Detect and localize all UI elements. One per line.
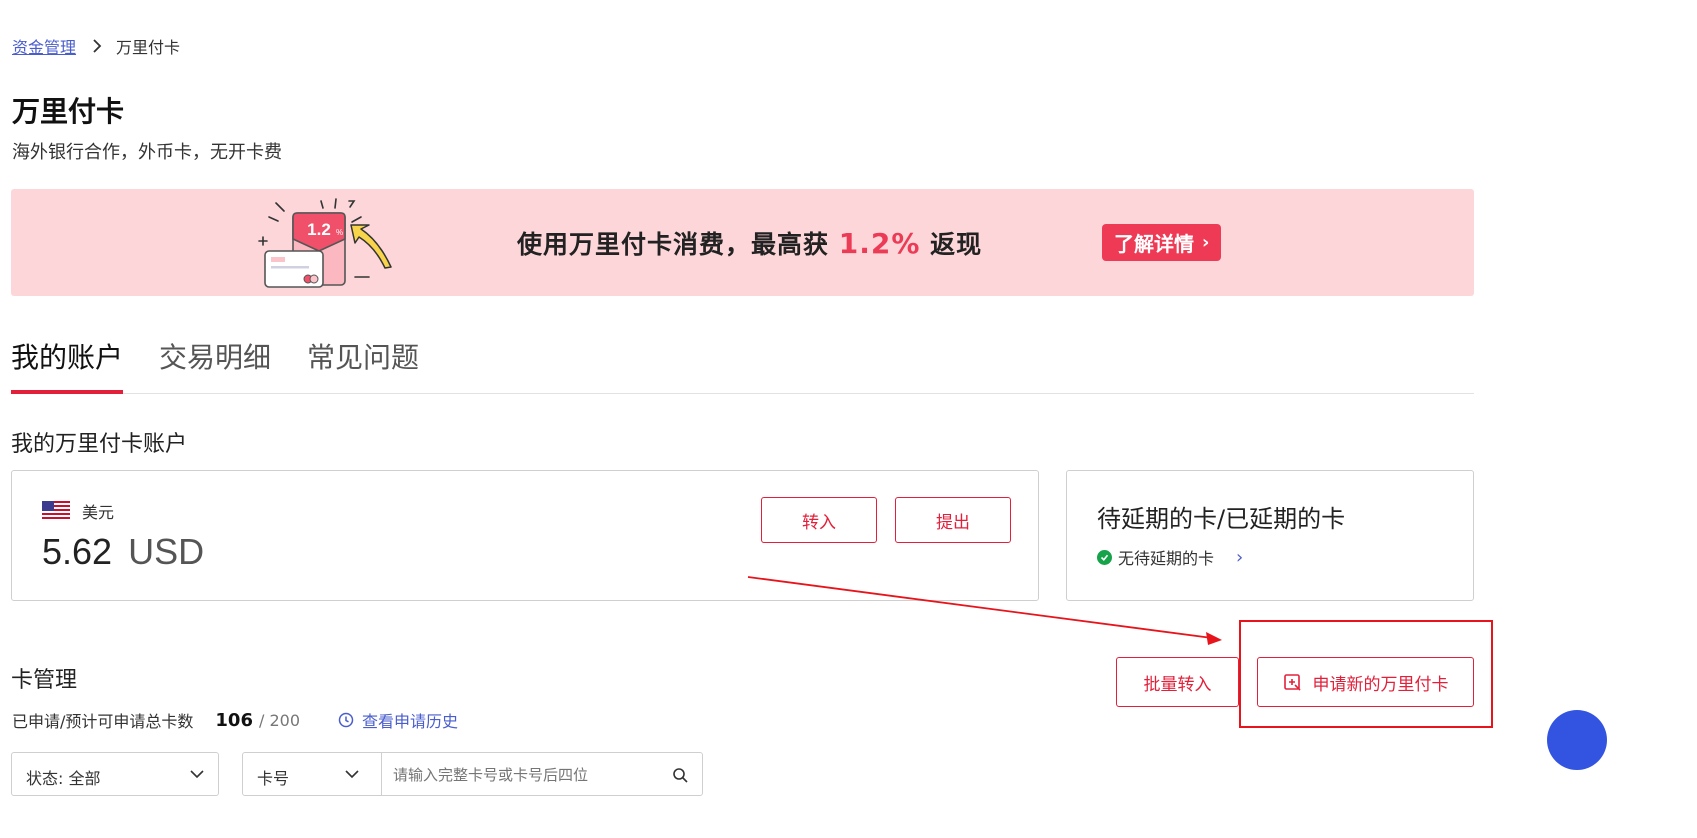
svg-text:1.2: 1.2 xyxy=(307,220,331,239)
breadcrumb-link-fund-management[interactable]: 资金管理 xyxy=(12,34,76,58)
transfer-in-button[interactable]: 转入 xyxy=(761,497,877,543)
banner-text-before: 使用万里付卡消费，最高获 xyxy=(517,230,830,259)
apply-new-card-label: 申请新的万里付卡 xyxy=(1312,674,1449,695)
banner-headline: 使用万里付卡消费，最高获 1.2% 返现 xyxy=(517,225,982,261)
total-count: / 200 xyxy=(258,710,300,730)
tab-my-account[interactable]: 我的账户 xyxy=(11,336,124,394)
promo-banner[interactable]: 1.2 % 使用万里付卡消费，最高获 1.2% 返现 了解详情 › xyxy=(11,189,1474,296)
filter-divider xyxy=(381,753,382,795)
chevron-right-icon[interactable]: › xyxy=(1236,547,1243,568)
chevron-down-icon xyxy=(345,770,359,779)
card-number-input[interactable] xyxy=(393,763,663,787)
chat-support-button[interactable] xyxy=(1547,710,1607,770)
tab-bar: 我的账户 交易明细 常见问题 xyxy=(11,336,1474,394)
clock-icon xyxy=(338,712,354,728)
apply-new-card-button[interactable]: 申请新的万里付卡 xyxy=(1257,657,1474,707)
currency-row: 美元 xyxy=(42,499,114,523)
extension-card: 待延期的卡/已延期的卡 无待延期的卡 › xyxy=(1066,470,1474,601)
cashback-illustration-icon: 1.2 % xyxy=(258,198,392,288)
page-subtitle: 海外银行合作，外币卡，无开卡费 xyxy=(12,142,282,163)
tab-faq[interactable]: 常见问题 xyxy=(307,336,419,394)
extension-status: 无待延期的卡 › xyxy=(1097,545,1243,569)
chevron-right-icon: › xyxy=(1202,232,1210,253)
currency-name: 美元 xyxy=(82,503,115,522)
extension-title: 待延期的卡/已延期的卡 xyxy=(1097,505,1346,533)
search-icon[interactable] xyxy=(672,767,688,783)
page-title: 万里付卡 xyxy=(12,95,125,128)
learn-more-button[interactable]: 了解详情 › xyxy=(1102,224,1222,261)
banner-text-after: 返现 xyxy=(930,230,983,259)
view-history-label: 查看申请历史 xyxy=(362,712,459,731)
applied-count: 106 xyxy=(215,709,253,731)
us-flag-icon xyxy=(42,501,70,521)
breadcrumb-current: 万里付卡 xyxy=(116,38,181,57)
learn-more-label: 了解详情 xyxy=(1114,232,1194,256)
balance-value: 5.62 xyxy=(42,531,113,572)
view-history-link[interactable]: 查看申请历史 xyxy=(338,708,458,732)
new-card-icon xyxy=(1283,674,1301,691)
card-number-filter: 卡号 xyxy=(242,752,703,796)
application-stats: 已申请/预计可申请总卡数 106 / 200 查看申请历史 xyxy=(12,708,458,732)
status-filter-select[interactable]: 状态: 全部 xyxy=(11,752,219,796)
balance-amount: 5.62 USD xyxy=(42,531,204,573)
card-type-select[interactable]: 卡号 xyxy=(257,765,289,789)
stat-label: 已申请/预计可申请总卡数 xyxy=(12,712,194,731)
extension-status-text: 无待延期的卡 xyxy=(1118,549,1215,568)
svg-text:%: % xyxy=(336,228,343,237)
check-circle-icon xyxy=(1097,549,1112,565)
account-section-title: 我的万里付卡账户 xyxy=(11,432,188,457)
chevron-down-icon xyxy=(190,770,204,779)
annotation-arrow-head xyxy=(1206,632,1222,645)
balance-card: 美元 5.62 USD 转入 提出 xyxy=(11,470,1039,601)
breadcrumb: 资金管理 万里付卡 xyxy=(12,34,180,58)
withdraw-button[interactable]: 提出 xyxy=(895,497,1011,543)
card-management-title: 卡管理 xyxy=(11,668,78,693)
banner-text-highlight: 1.2% xyxy=(838,227,921,260)
batch-transfer-button[interactable]: 批量转入 xyxy=(1116,657,1239,707)
chevron-right-icon xyxy=(92,39,102,53)
status-filter-value: 状态: 全部 xyxy=(26,769,101,788)
balance-unit: USD xyxy=(128,531,205,572)
tab-transactions[interactable]: 交易明细 xyxy=(159,336,271,394)
